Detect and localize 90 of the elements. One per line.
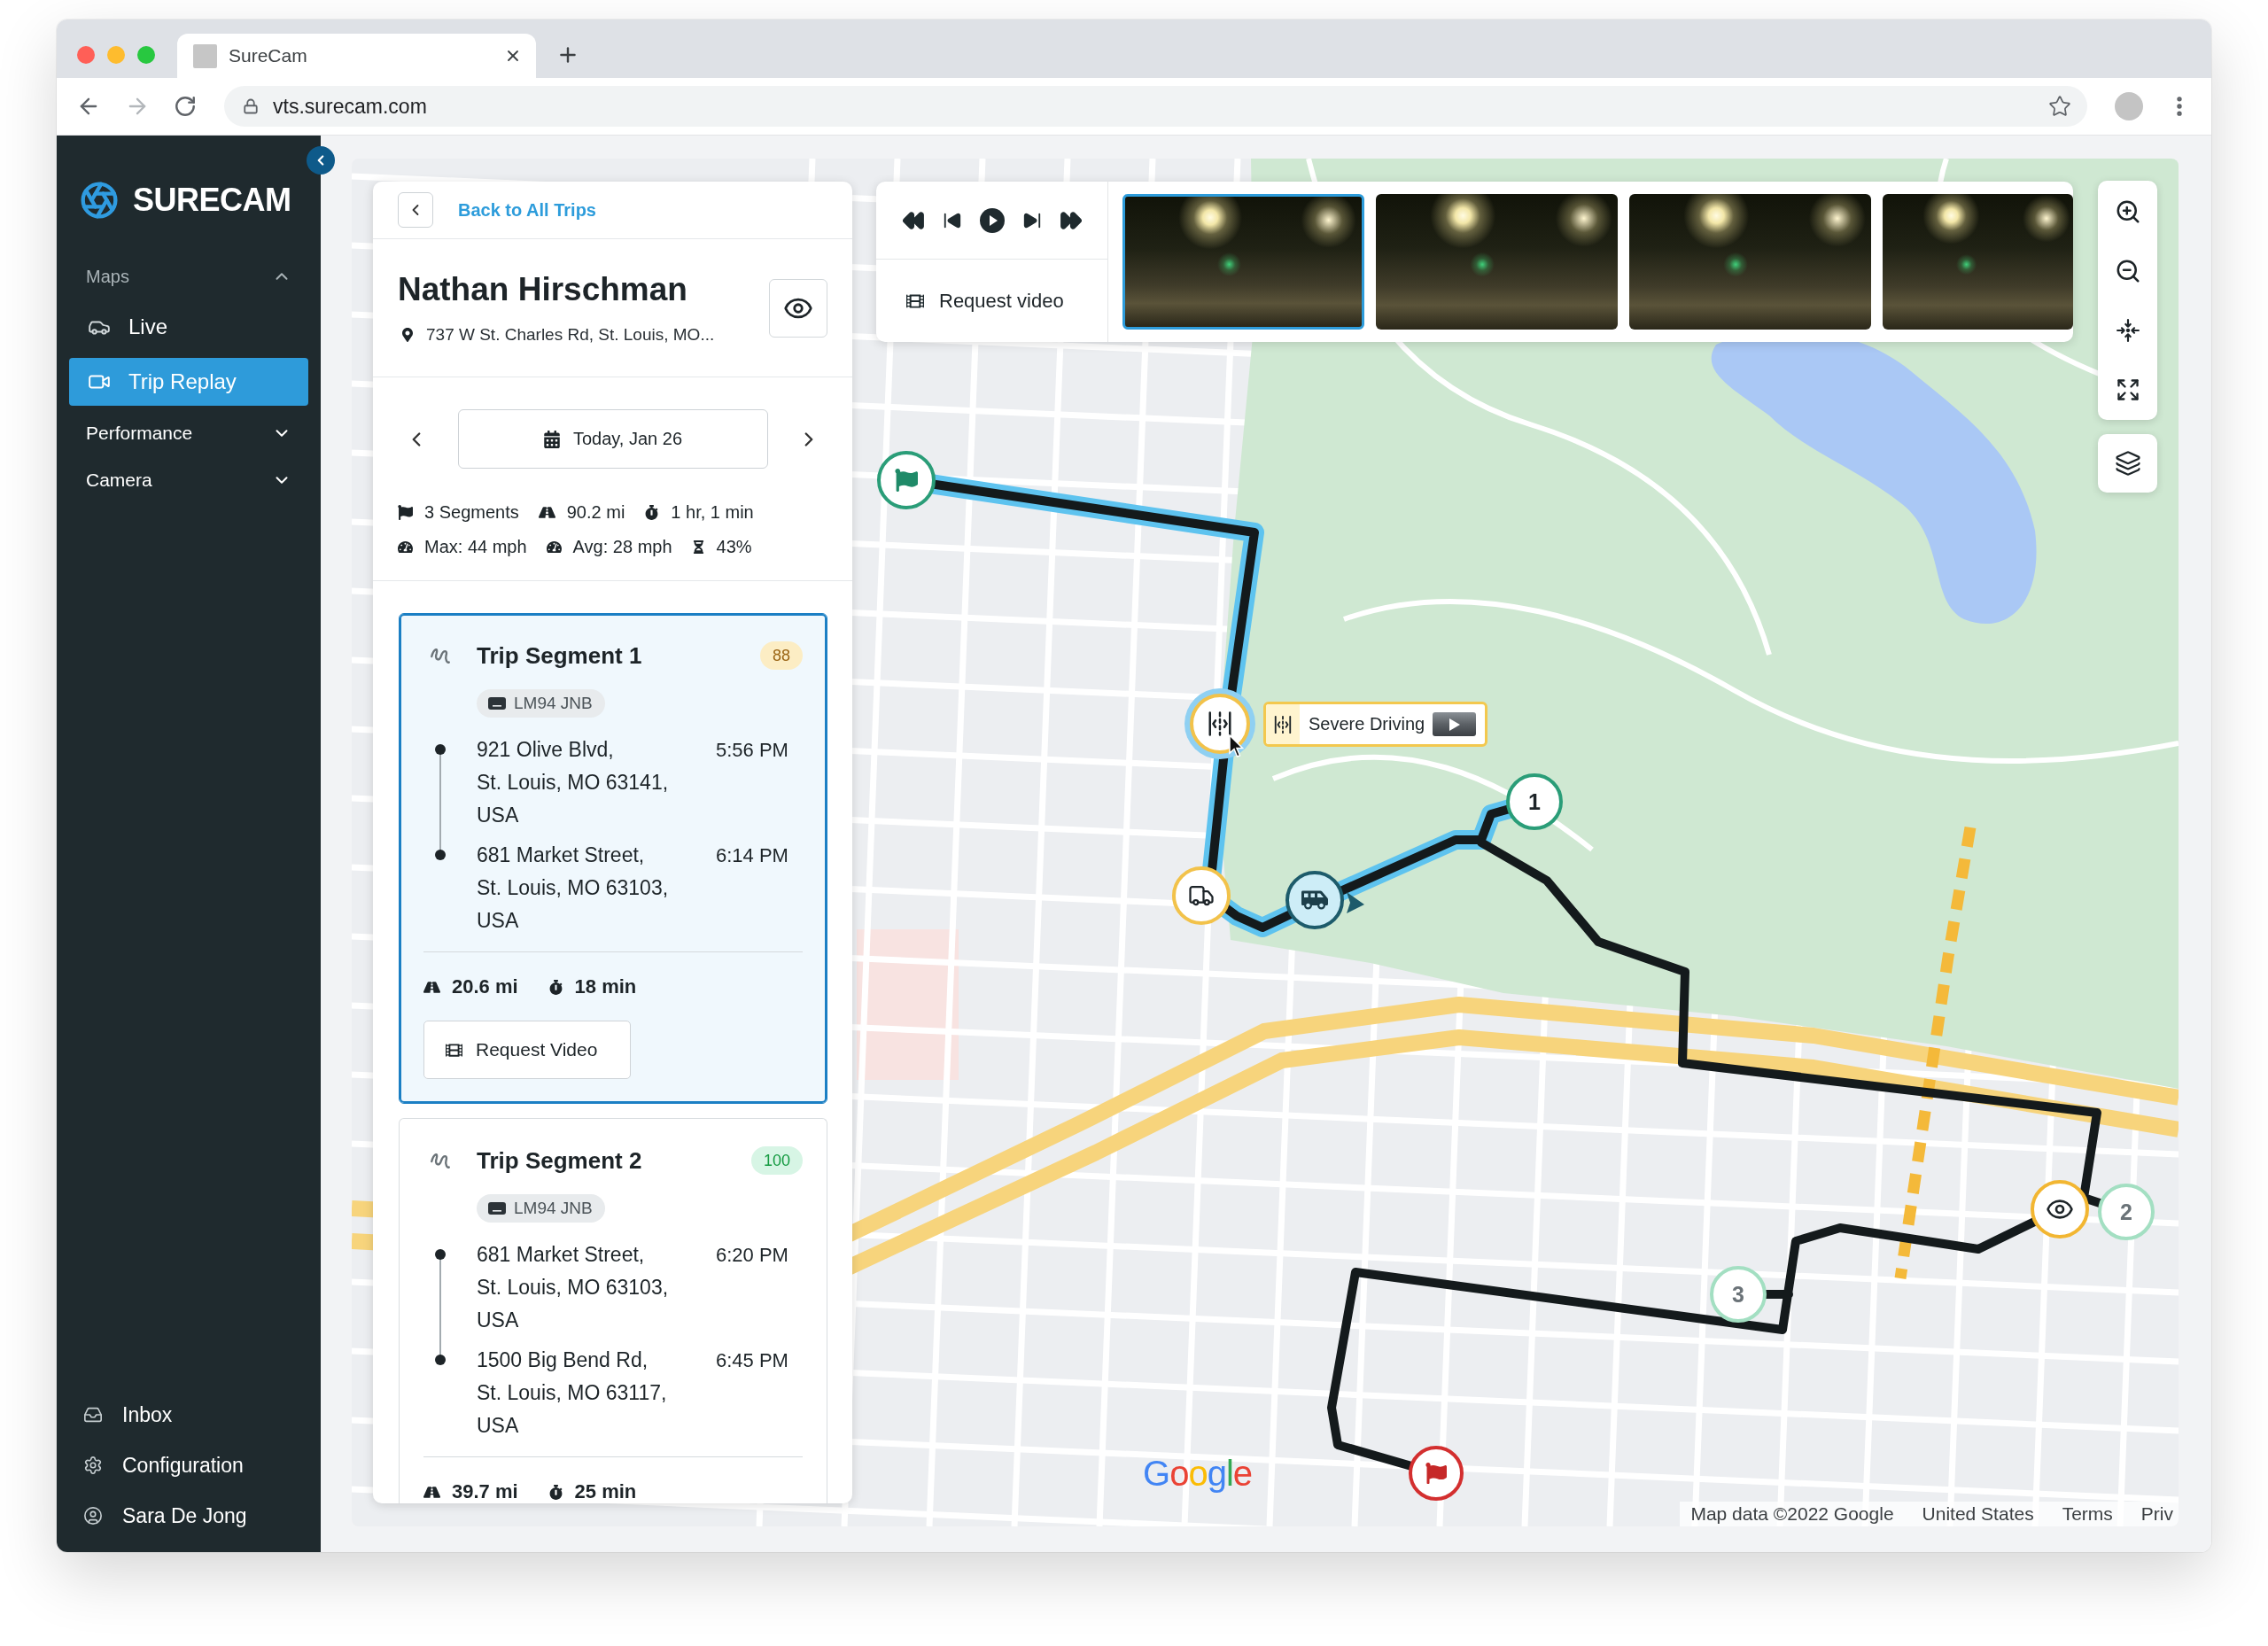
- duration-value: 18 min: [574, 975, 637, 998]
- map-link[interactable]: Priv: [2140, 1503, 2173, 1525]
- aperture-logo-icon: [80, 181, 119, 220]
- play-icon: [1449, 718, 1460, 731]
- inbox-icon: [83, 1405, 103, 1425]
- stop-address: 681 Market Street, St. Louis, MO 63103, USA: [477, 842, 670, 934]
- reload-icon[interactable]: [174, 95, 197, 118]
- driver-name: Nathan Hirschman: [398, 270, 688, 309]
- stop-time: 5:56 PM: [716, 738, 789, 763]
- timeline-dot: [435, 744, 446, 755]
- stat-value: Max: 44 mph: [424, 536, 527, 557]
- calendar-icon: [542, 430, 561, 448]
- gauge-icon: [546, 539, 562, 555]
- distance-value: 20.6 mi: [452, 975, 518, 998]
- user-icon: [83, 1506, 103, 1526]
- flag-icon: [895, 469, 918, 492]
- stat-value: 90.2 mi: [566, 501, 625, 523]
- stopwatch-icon: [548, 979, 563, 995]
- trip-segment-card[interactable]: Trip Segment 1 88 LM94 JNB 921 Olive Blvd, St. Louis, MO 63141, USA 5:56 PM 681 Market Street, St. Louis, MO 63103, USA 6:14 PM 20.6 mi 18 min Request Video: [399, 613, 827, 1104]
- star-icon[interactable]: [2048, 95, 2071, 118]
- layers-button[interactable]: [2098, 434, 2157, 493]
- stopwatch-icon: [548, 1484, 563, 1500]
- gauge-icon: [398, 539, 413, 555]
- video-thumbnail[interactable]: [1376, 194, 1618, 330]
- duration-value: 25 min: [574, 1480, 637, 1503]
- favicon-icon: [193, 43, 217, 68]
- stat-value: 1 hr, 1 min: [671, 501, 754, 523]
- driver-address: 737 W St. Charles Rd, St. Louis, MO...: [426, 324, 715, 346]
- lock-icon: [243, 98, 259, 114]
- stat-value: Avg: 28 mph: [572, 536, 672, 557]
- nav-section-header[interactable]: Camera: [69, 461, 308, 500]
- request-video-button[interactable]: Request video: [906, 289, 1064, 313]
- map-link[interactable]: United States: [1922, 1503, 2034, 1525]
- stop-address: 681 Market Street, St. Louis, MO 63103, USA: [477, 1242, 670, 1333]
- direction-arrow-icon: [1345, 892, 1364, 913]
- score-badge: 88: [759, 641, 803, 670]
- sidebar-link[interactable]: Configuration: [69, 1446, 308, 1485]
- distance-value: 39.7 mi: [452, 1480, 518, 1503]
- video-thumbnail[interactable]: [1883, 194, 2073, 330]
- browser-tab[interactable]: SureCam: [177, 34, 536, 78]
- stopwatch-icon: [644, 504, 660, 520]
- brand-name: SURECAM: [133, 182, 291, 219]
- timeline-dot: [435, 1249, 446, 1260]
- address-field[interactable]: vts.surecam.com: [224, 86, 2087, 127]
- lane-icon: [1207, 710, 1233, 737]
- segment-title: Trip Segment 2: [477, 1146, 643, 1175]
- stat-value: 3 Segments: [424, 501, 519, 523]
- flag-icon: [1425, 1463, 1447, 1484]
- video-thumbnail[interactable]: [1629, 194, 1871, 330]
- segment-title: Trip Segment 1: [477, 641, 643, 670]
- stat-value: 43%: [716, 536, 752, 557]
- cursor-icon: [1229, 734, 1245, 758]
- flag-icon: [398, 504, 413, 520]
- map-logo: Google: [1143, 1456, 1252, 1491]
- plate-icon: [488, 697, 506, 710]
- nav-section-header[interactable]: Performance: [69, 414, 308, 453]
- view-button[interactable]: [769, 278, 827, 338]
- hourglass-icon: [691, 540, 705, 554]
- trip-segment-card[interactable]: Trip Segment 2 100 LM94 JNB 681 Market Street, St. Louis, MO 63103, USA 6:20 PM 1500 Big Bend Rd, St. Louis, MO 63117, USA 6:45 PM 39.7 mi 25 min: [399, 1118, 827, 1503]
- film-icon: [446, 1041, 462, 1059]
- stop-time: 6:20 PM: [716, 1243, 789, 1268]
- arrows-inward-icon[interactable]: [2116, 318, 2140, 342]
- map-link[interactable]: Terms: [2062, 1503, 2113, 1525]
- score-badge: 100: [750, 1146, 803, 1175]
- map-attribution: Map data ©2022 Google: [1690, 1503, 1894, 1525]
- layers-icon: [2114, 450, 2141, 477]
- expand-icon[interactable]: [2115, 377, 2140, 402]
- lane-icon: [1273, 714, 1293, 734]
- settings-icon: [83, 1456, 103, 1475]
- timeline-dot: [435, 1355, 446, 1365]
- collapse-sidebar-button[interactable]: [307, 146, 335, 175]
- plate-icon: [488, 1202, 506, 1215]
- nav-item[interactable]: Live: [69, 303, 308, 351]
- event-label: Severe Driving: [1309, 714, 1425, 734]
- stop-time: 6:14 PM: [716, 843, 789, 868]
- date-picker[interactable]: Today, Jan 26: [457, 409, 768, 469]
- map-pin-icon: [400, 328, 415, 342]
- nav-section-header[interactable]: Maps: [69, 257, 308, 296]
- stop-address: 1500 Big Bend Rd, St. Louis, MO 63117, USA: [477, 1347, 668, 1439]
- request-video-button[interactable]: Request Video: [423, 1021, 631, 1079]
- stop-address: 921 Olive Blvd, St. Louis, MO 63141, USA: [477, 737, 670, 828]
- video-frame-placeholder[interactable]: [1433, 712, 1476, 736]
- plate-number: LM94 JNB: [514, 694, 593, 713]
- sidebar-link[interactable]: Inbox: [69, 1395, 308, 1434]
- timeline-dot: [435, 850, 446, 860]
- stop-time: 6:45 PM: [716, 1348, 789, 1373]
- plate-number: LM94 JNB: [514, 1199, 593, 1218]
- sidebar-link[interactable]: Sara De Jong: [69, 1496, 308, 1535]
- play-icon[interactable]: [979, 207, 1005, 233]
- video-thumbnail[interactable]: [1122, 194, 1364, 330]
